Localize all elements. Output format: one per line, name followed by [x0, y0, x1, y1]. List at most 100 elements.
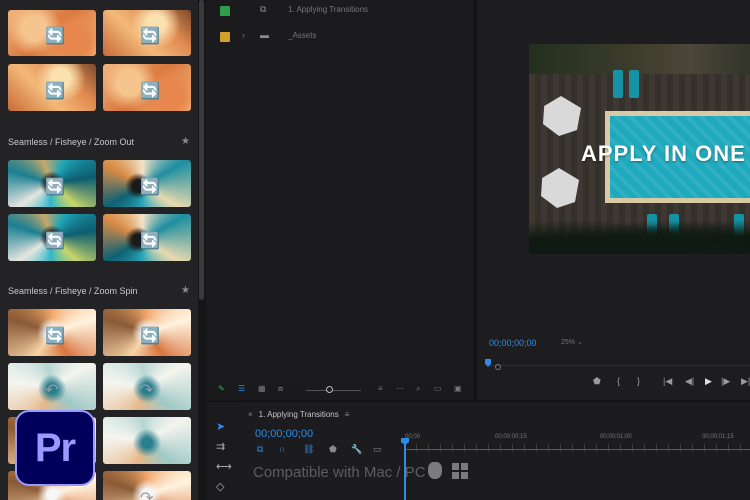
- transition-thumbnail[interactable]: 🔄: [103, 214, 191, 261]
- settings-wrench-icon[interactable]: 🔧: [351, 444, 362, 455]
- monitor-timecode[interactable]: 00;00;00;00: [489, 338, 537, 348]
- new-item-icon[interactable]: ▣: [454, 384, 462, 393]
- os-icons: [428, 460, 478, 482]
- chevron-down-icon: ⌄: [576, 339, 583, 346]
- time-ruler[interactable]: [404, 444, 750, 452]
- transition-thumbnail[interactable]: [103, 417, 191, 464]
- icon-view-icon[interactable]: ▦: [258, 384, 266, 393]
- render-bar: [406, 449, 750, 450]
- loop-icon: 🔄: [45, 178, 65, 196]
- step-back-icon[interactable]: ◀|: [685, 376, 694, 387]
- label-color-swatch: [220, 32, 230, 42]
- transport-controls: ⬟ { } |◀ ◀| ▶ |▶ ▶|: [587, 376, 750, 390]
- in-point-ring: [495, 364, 501, 370]
- transition-thumbnail[interactable]: 🔄: [103, 160, 191, 207]
- loop-icon: 🔄: [140, 327, 160, 345]
- mark-out-icon[interactable]: }: [637, 376, 640, 386]
- pencil-icon[interactable]: ✎: [218, 384, 225, 393]
- close-icon[interactable]: ×: [248, 410, 253, 419]
- go-to-out-icon[interactable]: ▶|: [741, 376, 750, 387]
- section-header-zoom-spin[interactable]: Seamless / Fisheye / Zoom Spin ★: [0, 280, 198, 302]
- linked-selection-icon[interactable]: ⛓: [303, 444, 314, 455]
- section-label: Seamless / Fisheye / Zoom Spin: [8, 286, 138, 296]
- loop-icon: 🔄: [140, 232, 160, 250]
- project-item-label: 1. Applying Transitions: [288, 5, 369, 14]
- tools-panel: ➤ ⇉ ⟷ ◇: [206, 402, 240, 500]
- add-marker-icon[interactable]: ⬟: [329, 444, 337, 455]
- razor-tool-icon[interactable]: ◇: [216, 480, 224, 493]
- apple-icon: [428, 462, 442, 479]
- ripple-edit-tool-icon[interactable]: ⟷: [216, 460, 232, 473]
- transition-thumbnail[interactable]: 🔄: [103, 10, 191, 56]
- section-label: Seamless / Fisheye / Zoom Out: [8, 137, 135, 147]
- zoom-slider-knob[interactable]: [326, 386, 333, 393]
- premiere-pro-logo: Pr: [15, 410, 95, 486]
- loop-icon: 🔄: [45, 327, 65, 345]
- timeline-toolbar: ⧉ ∩ ⛓ ⬟ 🔧 ▭: [255, 444, 405, 458]
- compatibility-text: Compatible with Mac / PC: [253, 464, 426, 481]
- track-select-tool-icon[interactable]: ⇉: [216, 440, 225, 453]
- timeline-tab-label: 1. Applying Transitions: [258, 410, 339, 419]
- snap-icon[interactable]: ∩: [279, 444, 285, 454]
- project-item-sequence[interactable]: ⧉ 1. Applying Transitions: [206, 4, 473, 24]
- project-toolbar: ✎ ☰ ▦ ⧈ ≡ ⋯ ⌕ ▭ ▣: [206, 380, 473, 400]
- scrollbar-thumb[interactable]: [199, 0, 204, 300]
- transition-thumbnail[interactable]: 🔄: [103, 64, 191, 111]
- star-icon[interactable]: ★: [181, 131, 190, 153]
- new-bin-icon[interactable]: ▭: [434, 384, 442, 393]
- transition-thumbnail[interactable]: 🔄: [8, 160, 96, 207]
- rotate-icon: ↶: [45, 381, 59, 399]
- play-icon[interactable]: ▶: [705, 376, 712, 387]
- transition-thumbnail[interactable]: ↶: [8, 363, 96, 410]
- program-video-frame: APPLY IN ONE: [529, 44, 750, 254]
- lounge-chair: [629, 70, 639, 98]
- logo-text: Pr: [34, 425, 76, 470]
- monitor-scrub-bar[interactable]: [485, 357, 750, 373]
- project-item-folder[interactable]: › ▬ _Assets: [206, 30, 473, 50]
- lounge-chair: [613, 70, 623, 98]
- transition-thumbnail[interactable]: 🔄: [103, 309, 191, 356]
- folder-icon: ▬: [260, 30, 269, 40]
- transition-thumbnail[interactable]: ↷: [103, 363, 191, 410]
- rotate-icon: ↷: [140, 489, 154, 500]
- timeline-tab[interactable]: × 1. Applying Transitions ≡: [248, 410, 349, 419]
- menu-icon[interactable]: ≡: [345, 410, 350, 419]
- zoom-slider-track[interactable]: [306, 390, 361, 391]
- chevron-right-icon[interactable]: ›: [242, 30, 245, 40]
- rotate-icon: ↷: [140, 381, 154, 399]
- section-header-zoom-out[interactable]: Seamless / Fisheye / Zoom Out ★: [0, 131, 198, 153]
- nest-icon[interactable]: ⧉: [257, 444, 263, 455]
- loop-icon: 🔄: [45, 82, 65, 100]
- monitor-zoom-select[interactable]: 25% ⌄: [561, 338, 583, 346]
- freeform-view-icon[interactable]: ⧈: [278, 384, 283, 394]
- add-marker-icon[interactable]: ⬟: [593, 376, 601, 387]
- loop-icon: 🔄: [140, 178, 160, 196]
- timeline-panel: × 1. Applying Transitions ≡ 00;00;00;00 ⧉ …: [240, 402, 750, 500]
- label-color-swatch: [220, 6, 230, 16]
- search-icon[interactable]: ⌕: [416, 384, 420, 394]
- project-item-label: _Assets: [288, 31, 317, 40]
- transition-thumbnail[interactable]: 🔄: [8, 10, 96, 56]
- timeline-timecode[interactable]: 00;00;00;00: [255, 428, 313, 440]
- mark-in-icon[interactable]: {: [617, 376, 620, 386]
- selection-tool-icon[interactable]: ➤: [216, 420, 225, 433]
- transition-thumbnail[interactable]: ↷: [103, 471, 191, 500]
- loop-icon: 🔄: [140, 28, 160, 45]
- go-to-in-icon[interactable]: |◀: [663, 376, 672, 387]
- list-view-icon[interactable]: ☰: [238, 384, 245, 393]
- sequence-icon: ⧉: [260, 4, 267, 14]
- sort-icon[interactable]: ≡: [378, 384, 383, 393]
- windows-icon: [452, 463, 468, 479]
- automate-icon[interactable]: ⋯: [396, 384, 404, 393]
- transition-thumbnail[interactable]: 🔄: [8, 214, 96, 261]
- transition-thumbnail[interactable]: 🔄: [8, 309, 96, 356]
- loop-icon: 🔄: [45, 28, 65, 45]
- loop-icon: 🔄: [140, 82, 160, 100]
- scrub-line: [488, 365, 750, 366]
- captions-icon[interactable]: ▭: [373, 444, 382, 455]
- step-forward-icon[interactable]: |▶: [721, 376, 730, 387]
- transitions-scrollbar[interactable]: [198, 0, 206, 500]
- ruler-label: 00;00;00;15: [495, 434, 527, 440]
- transition-thumbnail[interactable]: 🔄: [8, 64, 96, 111]
- star-icon[interactable]: ★: [181, 280, 190, 302]
